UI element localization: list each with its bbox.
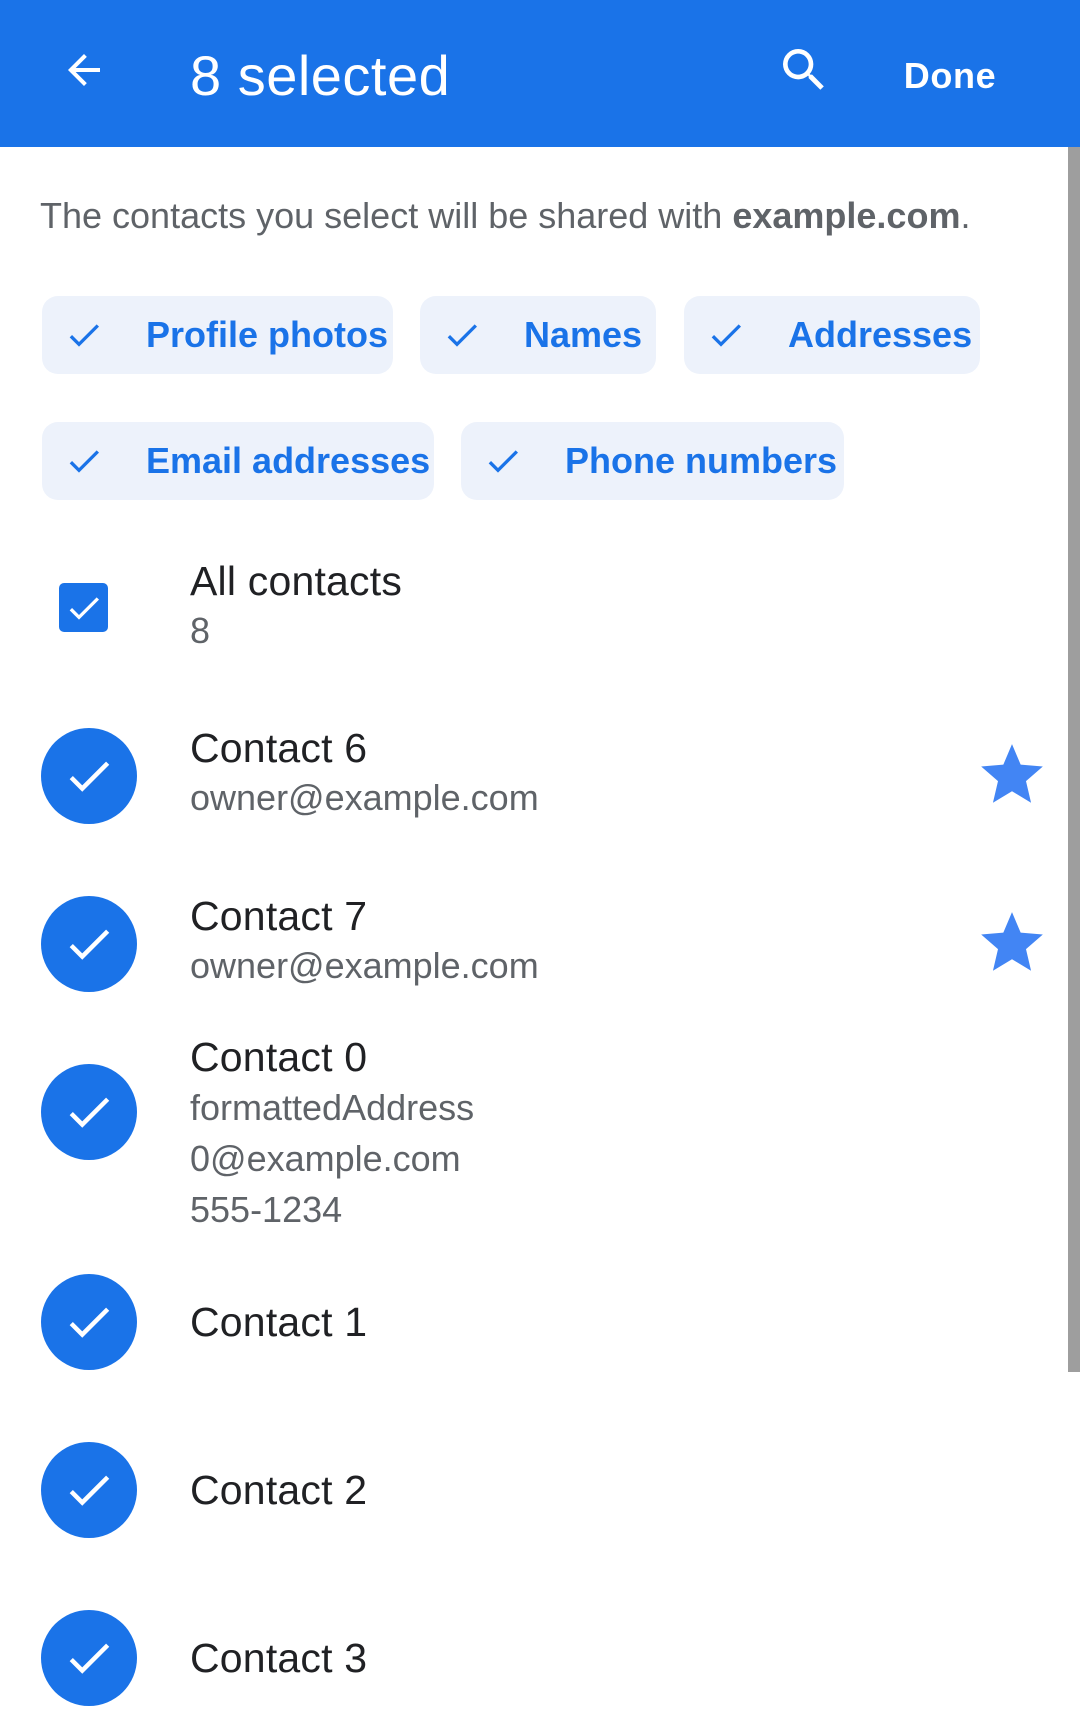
chip-email-addresses[interactable]: Email addresses	[42, 422, 434, 500]
check-icon	[69, 1307, 110, 1338]
check-icon	[69, 596, 99, 620]
back-button[interactable]	[52, 40, 116, 104]
check-icon	[69, 929, 110, 960]
star-icon	[975, 738, 1049, 812]
list-item[interactable]: Contact 3	[0, 1608, 1068, 1708]
contact-name: Contact 0	[190, 1034, 368, 1080]
search-button[interactable]	[772, 40, 836, 104]
check-icon	[69, 1643, 110, 1674]
chip-names[interactable]: Names	[420, 296, 656, 374]
selected-indicator	[41, 1610, 137, 1706]
chip-label: Email addresses	[146, 440, 431, 481]
chip-phone-numbers[interactable]: Phone numbers	[461, 422, 844, 500]
check-icon	[442, 315, 482, 355]
check-icon	[69, 1475, 110, 1506]
page-title: 8 selected	[190, 44, 451, 107]
scrollbar[interactable]	[1068, 147, 1080, 1372]
check-icon	[69, 761, 110, 792]
contact-detail: owner@example.com	[190, 945, 539, 986]
check-icon	[483, 441, 523, 481]
list-item[interactable]: Contact 2	[0, 1440, 1068, 1540]
arrow-back-icon	[60, 46, 108, 99]
check-icon	[69, 1097, 110, 1128]
list-item[interactable]: Contact 6 owner@example.com	[0, 714, 1068, 838]
chip-addresses[interactable]: Addresses	[684, 296, 980, 374]
list-item[interactable]: Contact 0 formattedAddress 0@example.com…	[0, 1032, 1068, 1242]
selected-indicator	[41, 1442, 137, 1538]
check-icon	[64, 315, 104, 355]
description-domain: example.com	[732, 195, 961, 236]
check-icon	[706, 315, 746, 355]
description-prefix: The contacts you select will be shared w…	[40, 195, 733, 236]
contact-name: Contact 7	[190, 893, 368, 939]
selected-indicator	[41, 1274, 137, 1370]
contact-picker-screen: 8 selected Done The contacts you select …	[0, 0, 1080, 1731]
all-contacts-label: All contacts	[190, 558, 403, 604]
description-suffix: .	[960, 195, 971, 236]
contact-name: Contact 6	[190, 725, 368, 771]
chip-label: Addresses	[788, 314, 973, 355]
chip-label: Profile photos	[146, 314, 388, 355]
contact-address: formattedAddress	[190, 1087, 475, 1128]
list-item[interactable]: Contact 1	[0, 1272, 1068, 1372]
selected-indicator	[41, 896, 137, 992]
contact-phone: 555-1234	[190, 1189, 343, 1230]
chip-label: Phone numbers	[565, 440, 838, 481]
share-description: The contacts you select will be shared w…	[40, 194, 1040, 238]
all-contacts-row[interactable]: All contacts 8	[0, 546, 1068, 676]
contact-name: Contact 3	[190, 1635, 368, 1681]
chip-profile-photos[interactable]: Profile photos	[42, 296, 393, 374]
all-contacts-checkbox[interactable]	[59, 583, 108, 632]
contact-name: Contact 1	[190, 1299, 368, 1345]
done-button[interactable]: Done	[880, 44, 1020, 108]
all-contacts-count: 8	[190, 610, 211, 651]
check-icon	[64, 441, 104, 481]
contact-name: Contact 2	[190, 1467, 368, 1513]
app-bar: 8 selected Done	[0, 0, 1080, 147]
search-icon	[776, 42, 832, 103]
contact-detail: owner@example.com	[190, 777, 539, 818]
selected-indicator	[41, 1064, 137, 1160]
list-item[interactable]: Contact 7 owner@example.com	[0, 882, 1068, 1006]
selected-indicator	[41, 728, 137, 824]
star-icon	[975, 906, 1049, 980]
contact-email: 0@example.com	[190, 1138, 461, 1179]
chip-label: Names	[524, 314, 643, 355]
